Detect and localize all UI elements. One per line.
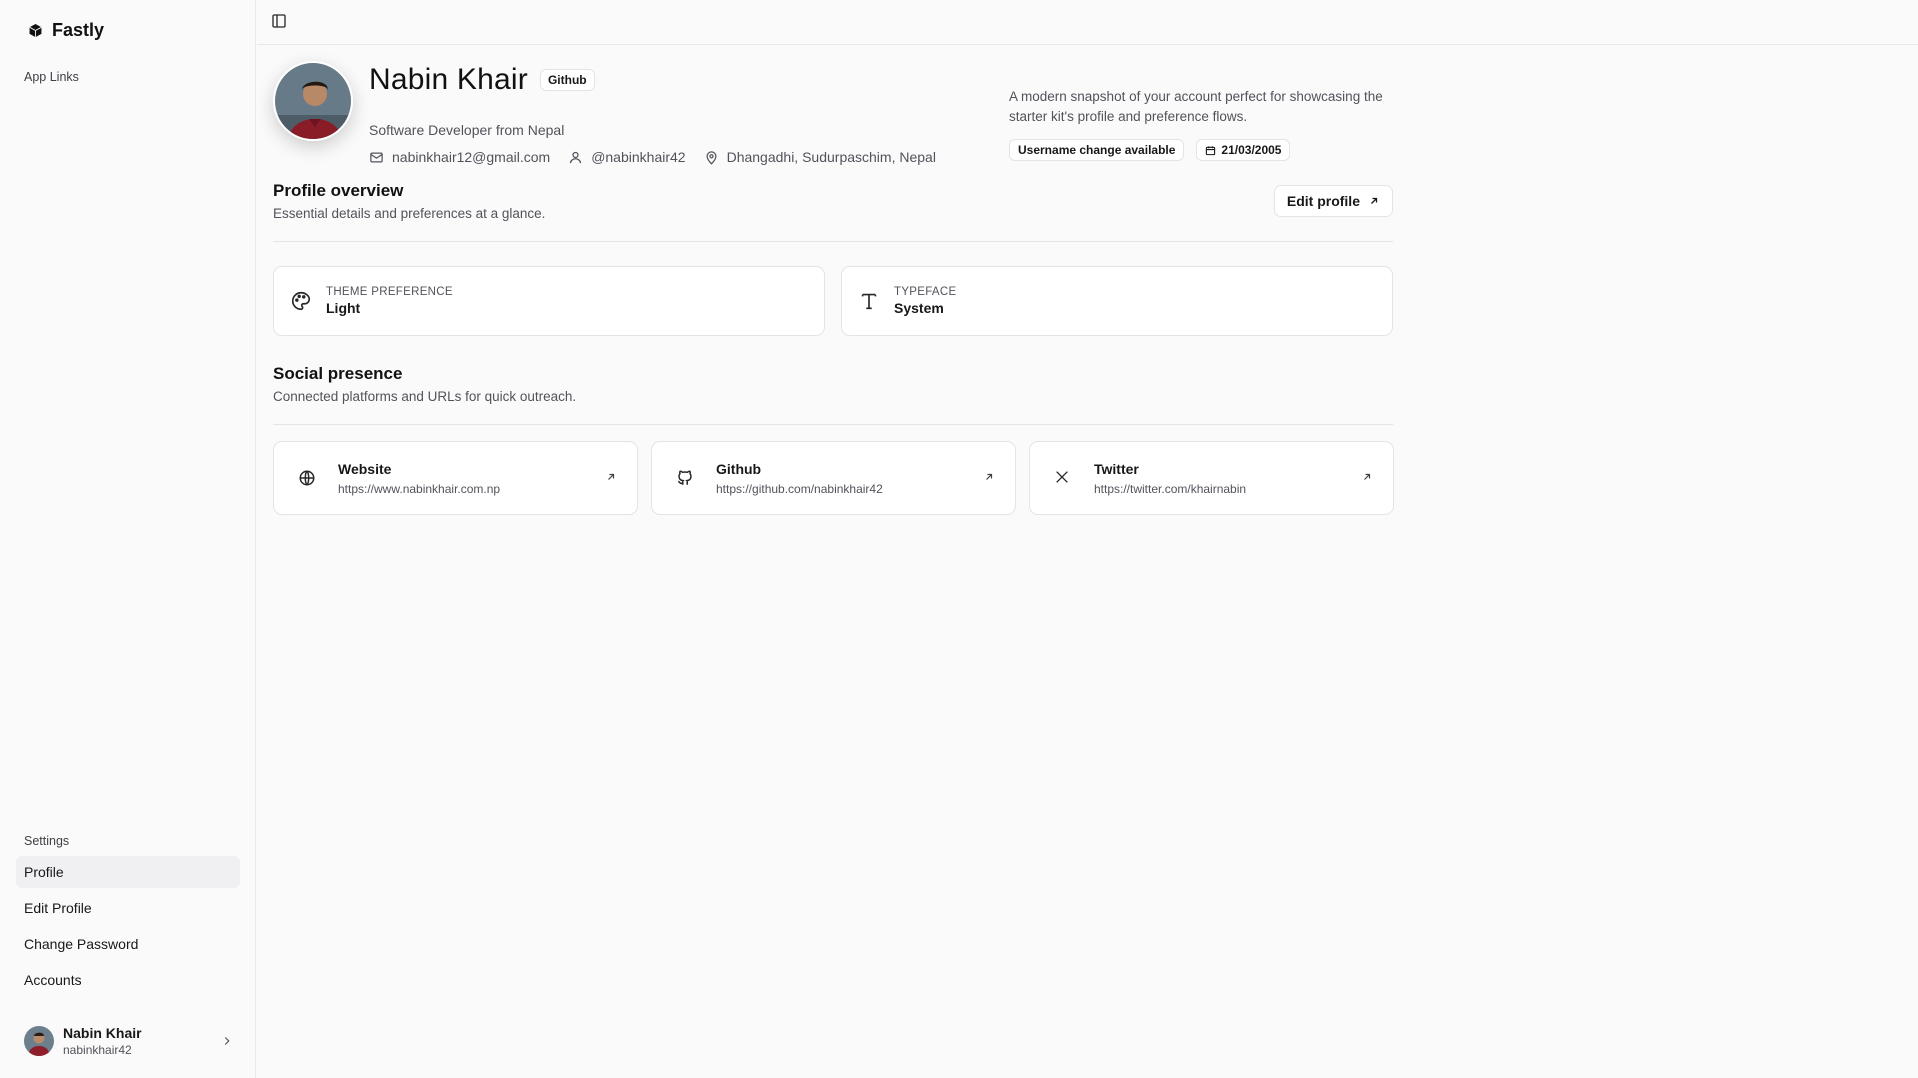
user-icon bbox=[568, 150, 583, 165]
top-bar bbox=[257, 0, 1918, 45]
typeface-card: TYPEFACE System bbox=[841, 266, 1393, 336]
map-pin-icon bbox=[704, 150, 719, 165]
social-name: Github bbox=[716, 460, 762, 477]
username-meta: @nabinkhair42 bbox=[568, 149, 686, 165]
social-url: https://github.com/nabinkhair42 bbox=[716, 481, 883, 496]
arrow-up-right-icon bbox=[1368, 195, 1380, 207]
user-name: Nabin Khair bbox=[63, 1025, 142, 1041]
social-name: Website bbox=[338, 460, 392, 477]
profile-meta: nabinkhair12@gmail.com @nabinkhair42 Dha… bbox=[369, 149, 936, 165]
app-links-label: App Links bbox=[24, 70, 79, 84]
provider-badge: Github bbox=[539, 69, 595, 91]
overview-title: Profile overview bbox=[273, 181, 404, 200]
arrow-up-right-icon bbox=[605, 471, 619, 485]
sidebar-item-accounts[interactable]: Accounts bbox=[16, 964, 240, 996]
dob-badge: 21/03/2005 bbox=[1196, 139, 1291, 161]
mail-icon bbox=[369, 150, 384, 165]
calendar-icon bbox=[1205, 145, 1216, 156]
theme-preference-label: THEME PREFERENCE bbox=[326, 286, 453, 298]
chip-label: 21/03/2005 bbox=[1221, 143, 1282, 157]
sidebar: Fastly App Links Settings Profile Edit P… bbox=[0, 0, 256, 1078]
edit-profile-label: Edit profile bbox=[1286, 193, 1360, 209]
email-meta: nabinkhair12@gmail.com bbox=[369, 149, 550, 165]
sidebar-item-label: Accounts bbox=[24, 972, 82, 988]
theme-preference-value: Light bbox=[326, 300, 361, 316]
sidebar-toggle-icon[interactable] bbox=[271, 13, 289, 31]
social-divider bbox=[273, 424, 1393, 425]
user-menu-button[interactable]: Nabin Khair nabinkhair42 bbox=[24, 1021, 234, 1061]
globe-icon bbox=[298, 469, 316, 487]
cube-icon bbox=[28, 23, 43, 38]
type-icon bbox=[858, 290, 880, 312]
profile-avatar bbox=[273, 61, 353, 141]
sidebar-item-edit-profile[interactable]: Edit Profile bbox=[16, 892, 240, 924]
profile-username: @nabinkhair42 bbox=[591, 149, 686, 165]
typeface-value: System bbox=[894, 300, 944, 316]
social-link-github[interactable]: Github https://github.com/nabinkhair42 bbox=[651, 441, 1016, 515]
sidebar-item-label: Edit Profile bbox=[24, 900, 92, 916]
overview-subtitle: Essential details and preferences at a g… bbox=[273, 206, 546, 221]
social-link-website[interactable]: Website https://www.nabinkhair.com.np bbox=[273, 441, 638, 515]
app-name: Fastly bbox=[52, 20, 105, 40]
profile-header: Nabin Khair Github Software Developer fr… bbox=[273, 61, 1393, 171]
profile-role: Software Developer from Nepal bbox=[369, 122, 565, 138]
profile-location: Dhangadhi, Sudurpaschim, Nepal bbox=[726, 149, 936, 165]
user-handle: nabinkhair42 bbox=[63, 1043, 132, 1057]
chip-label: Username change available bbox=[1018, 143, 1176, 157]
social-url: https://twitter.com/khairnabin bbox=[1094, 481, 1247, 496]
social-url: https://www.nabinkhair.com.np bbox=[338, 481, 501, 496]
theme-preference-card: THEME PREFERENCE Light bbox=[273, 266, 825, 336]
social-link-twitter[interactable]: Twitter https://twitter.com/khairnabin bbox=[1029, 441, 1394, 515]
profile-email: nabinkhair12@gmail.com bbox=[392, 149, 551, 165]
brand[interactable]: Fastly bbox=[28, 20, 104, 41]
chevron-right-icon bbox=[220, 1034, 234, 1048]
typeface-label: TYPEFACE bbox=[894, 286, 957, 298]
sidebar-item-profile[interactable]: Profile bbox=[16, 856, 240, 888]
social-subtitle: Connected platforms and URLs for quick o… bbox=[273, 389, 577, 404]
overview-divider bbox=[273, 241, 1393, 242]
edit-profile-button[interactable]: Edit profile bbox=[1273, 185, 1393, 217]
arrow-up-right-icon bbox=[983, 471, 997, 485]
profile-blurb: A modern snapshot of your account perfec… bbox=[1009, 89, 1383, 124]
sidebar-item-change-password[interactable]: Change Password bbox=[16, 928, 240, 960]
arrow-up-right-icon bbox=[1361, 471, 1375, 485]
sidebar-item-label: Change Password bbox=[24, 936, 139, 952]
location-meta: Dhangadhi, Sudurpaschim, Nepal bbox=[704, 149, 936, 165]
sidebar-item-label: Profile bbox=[24, 864, 64, 880]
settings-label: Settings bbox=[24, 834, 70, 848]
username-change-badge: Username change available bbox=[1009, 139, 1185, 161]
x-icon bbox=[1054, 469, 1072, 487]
palette-icon bbox=[290, 290, 312, 312]
social-name: Twitter bbox=[1094, 460, 1139, 477]
github-icon bbox=[676, 469, 694, 487]
profile-name: Nabin Khair bbox=[369, 63, 528, 96]
avatar bbox=[24, 1026, 54, 1056]
social-title: Social presence bbox=[273, 364, 403, 383]
